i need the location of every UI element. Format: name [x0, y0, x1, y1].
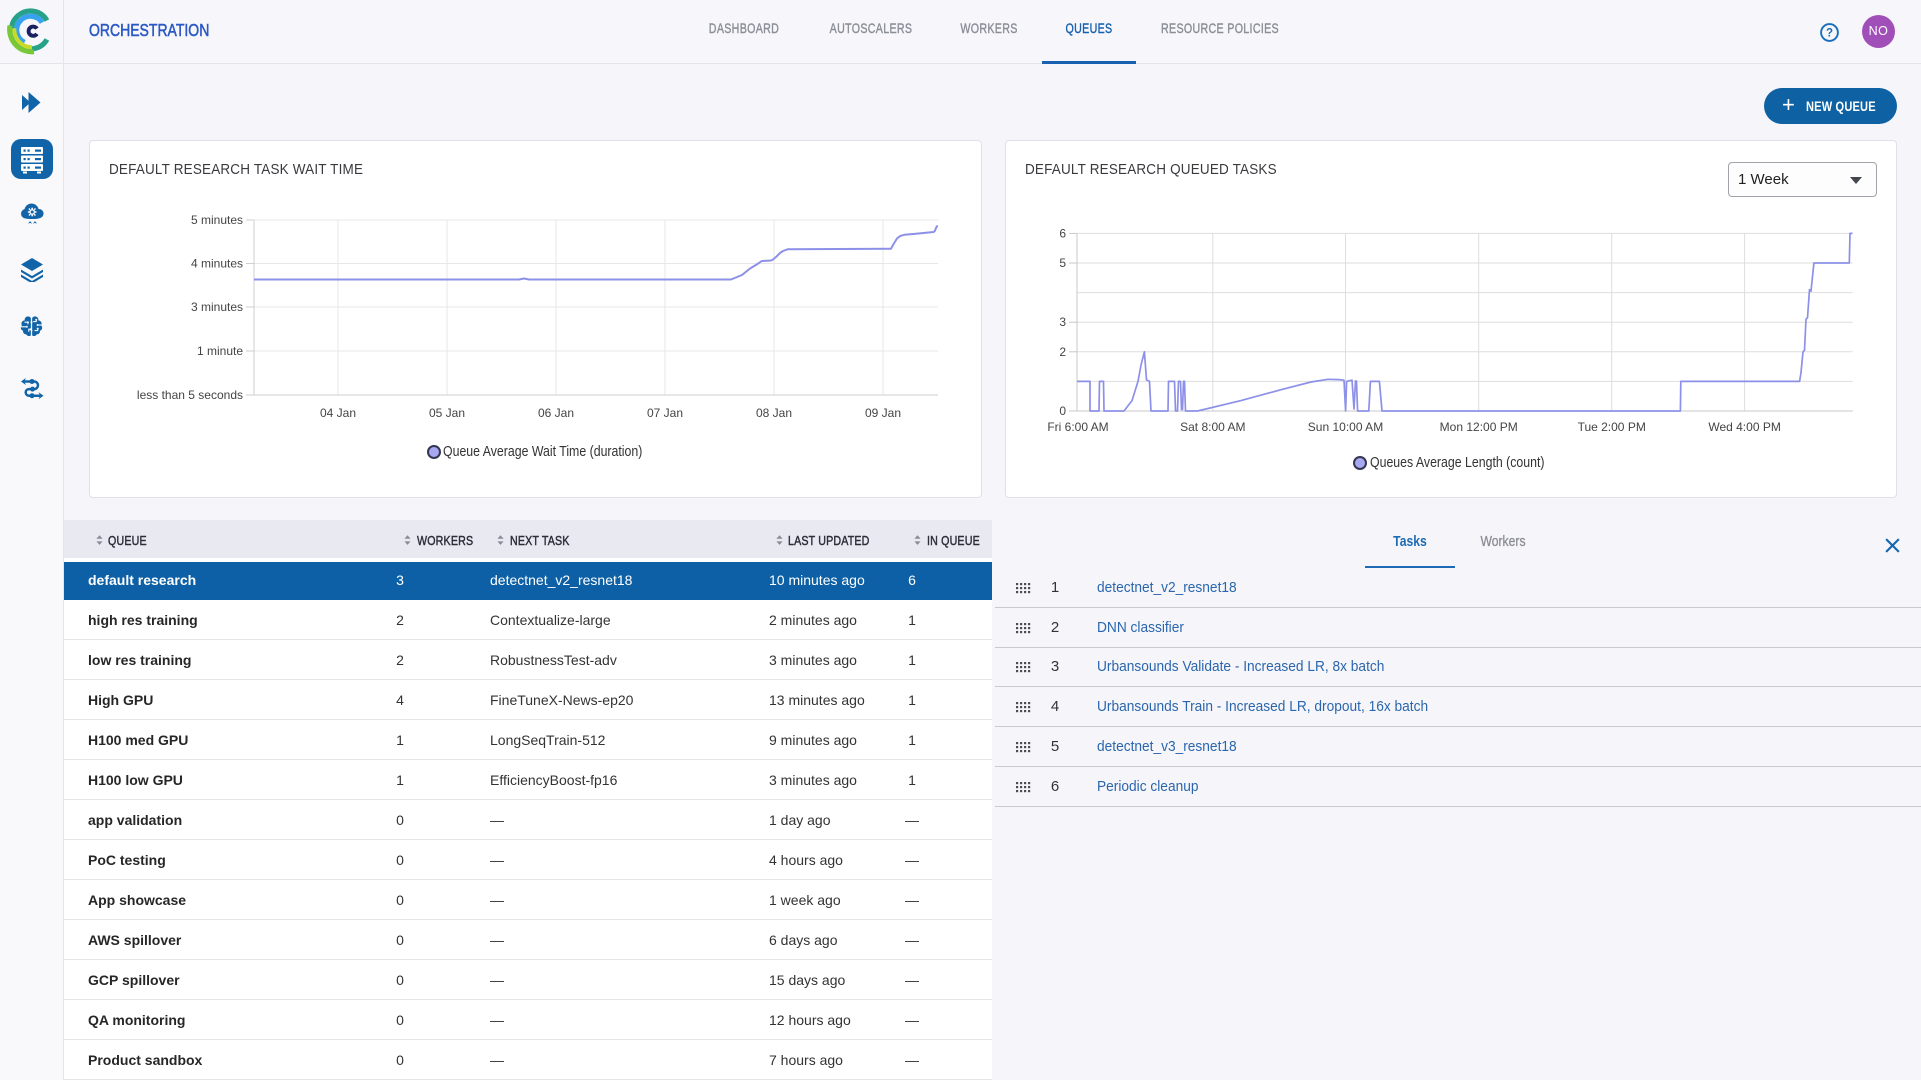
svg-text:3 minutes: 3 minutes	[191, 300, 243, 314]
svg-text:1 minute: 1 minute	[197, 344, 243, 358]
svg-text:?: ?	[1826, 28, 1833, 40]
svg-text:04 Jan: 04 Jan	[320, 406, 356, 420]
svg-text:Fri 6:00 AM: Fri 6:00 AM	[1047, 420, 1108, 434]
svg-text:less than 5 seconds: less than 5 seconds	[137, 388, 243, 402]
svg-text:07 Jan: 07 Jan	[647, 406, 683, 420]
svg-text:05 Jan: 05 Jan	[429, 406, 465, 420]
svg-text:3: 3	[1059, 315, 1066, 329]
svg-text:6: 6	[1059, 226, 1066, 240]
svg-text:09 Jan: 09 Jan	[865, 406, 901, 420]
svg-text:4 minutes: 4 minutes	[191, 257, 243, 271]
svg-text:Sun 10:00 AM: Sun 10:00 AM	[1308, 420, 1383, 434]
svg-text:0: 0	[1059, 404, 1066, 418]
svg-text:5: 5	[1059, 256, 1066, 270]
svg-text:Mon 12:00 PM: Mon 12:00 PM	[1440, 420, 1518, 434]
svg-text:Sat 8:00 AM: Sat 8:00 AM	[1180, 420, 1245, 434]
svg-text:5 minutes: 5 minutes	[191, 213, 243, 227]
svg-text:08 Jan: 08 Jan	[756, 406, 792, 420]
svg-text:06 Jan: 06 Jan	[538, 406, 574, 420]
svg-text:Wed 4:00 PM: Wed 4:00 PM	[1708, 420, 1780, 434]
svg-text:Tue 2:00 PM: Tue 2:00 PM	[1578, 420, 1646, 434]
svg-text:2: 2	[1059, 345, 1066, 359]
